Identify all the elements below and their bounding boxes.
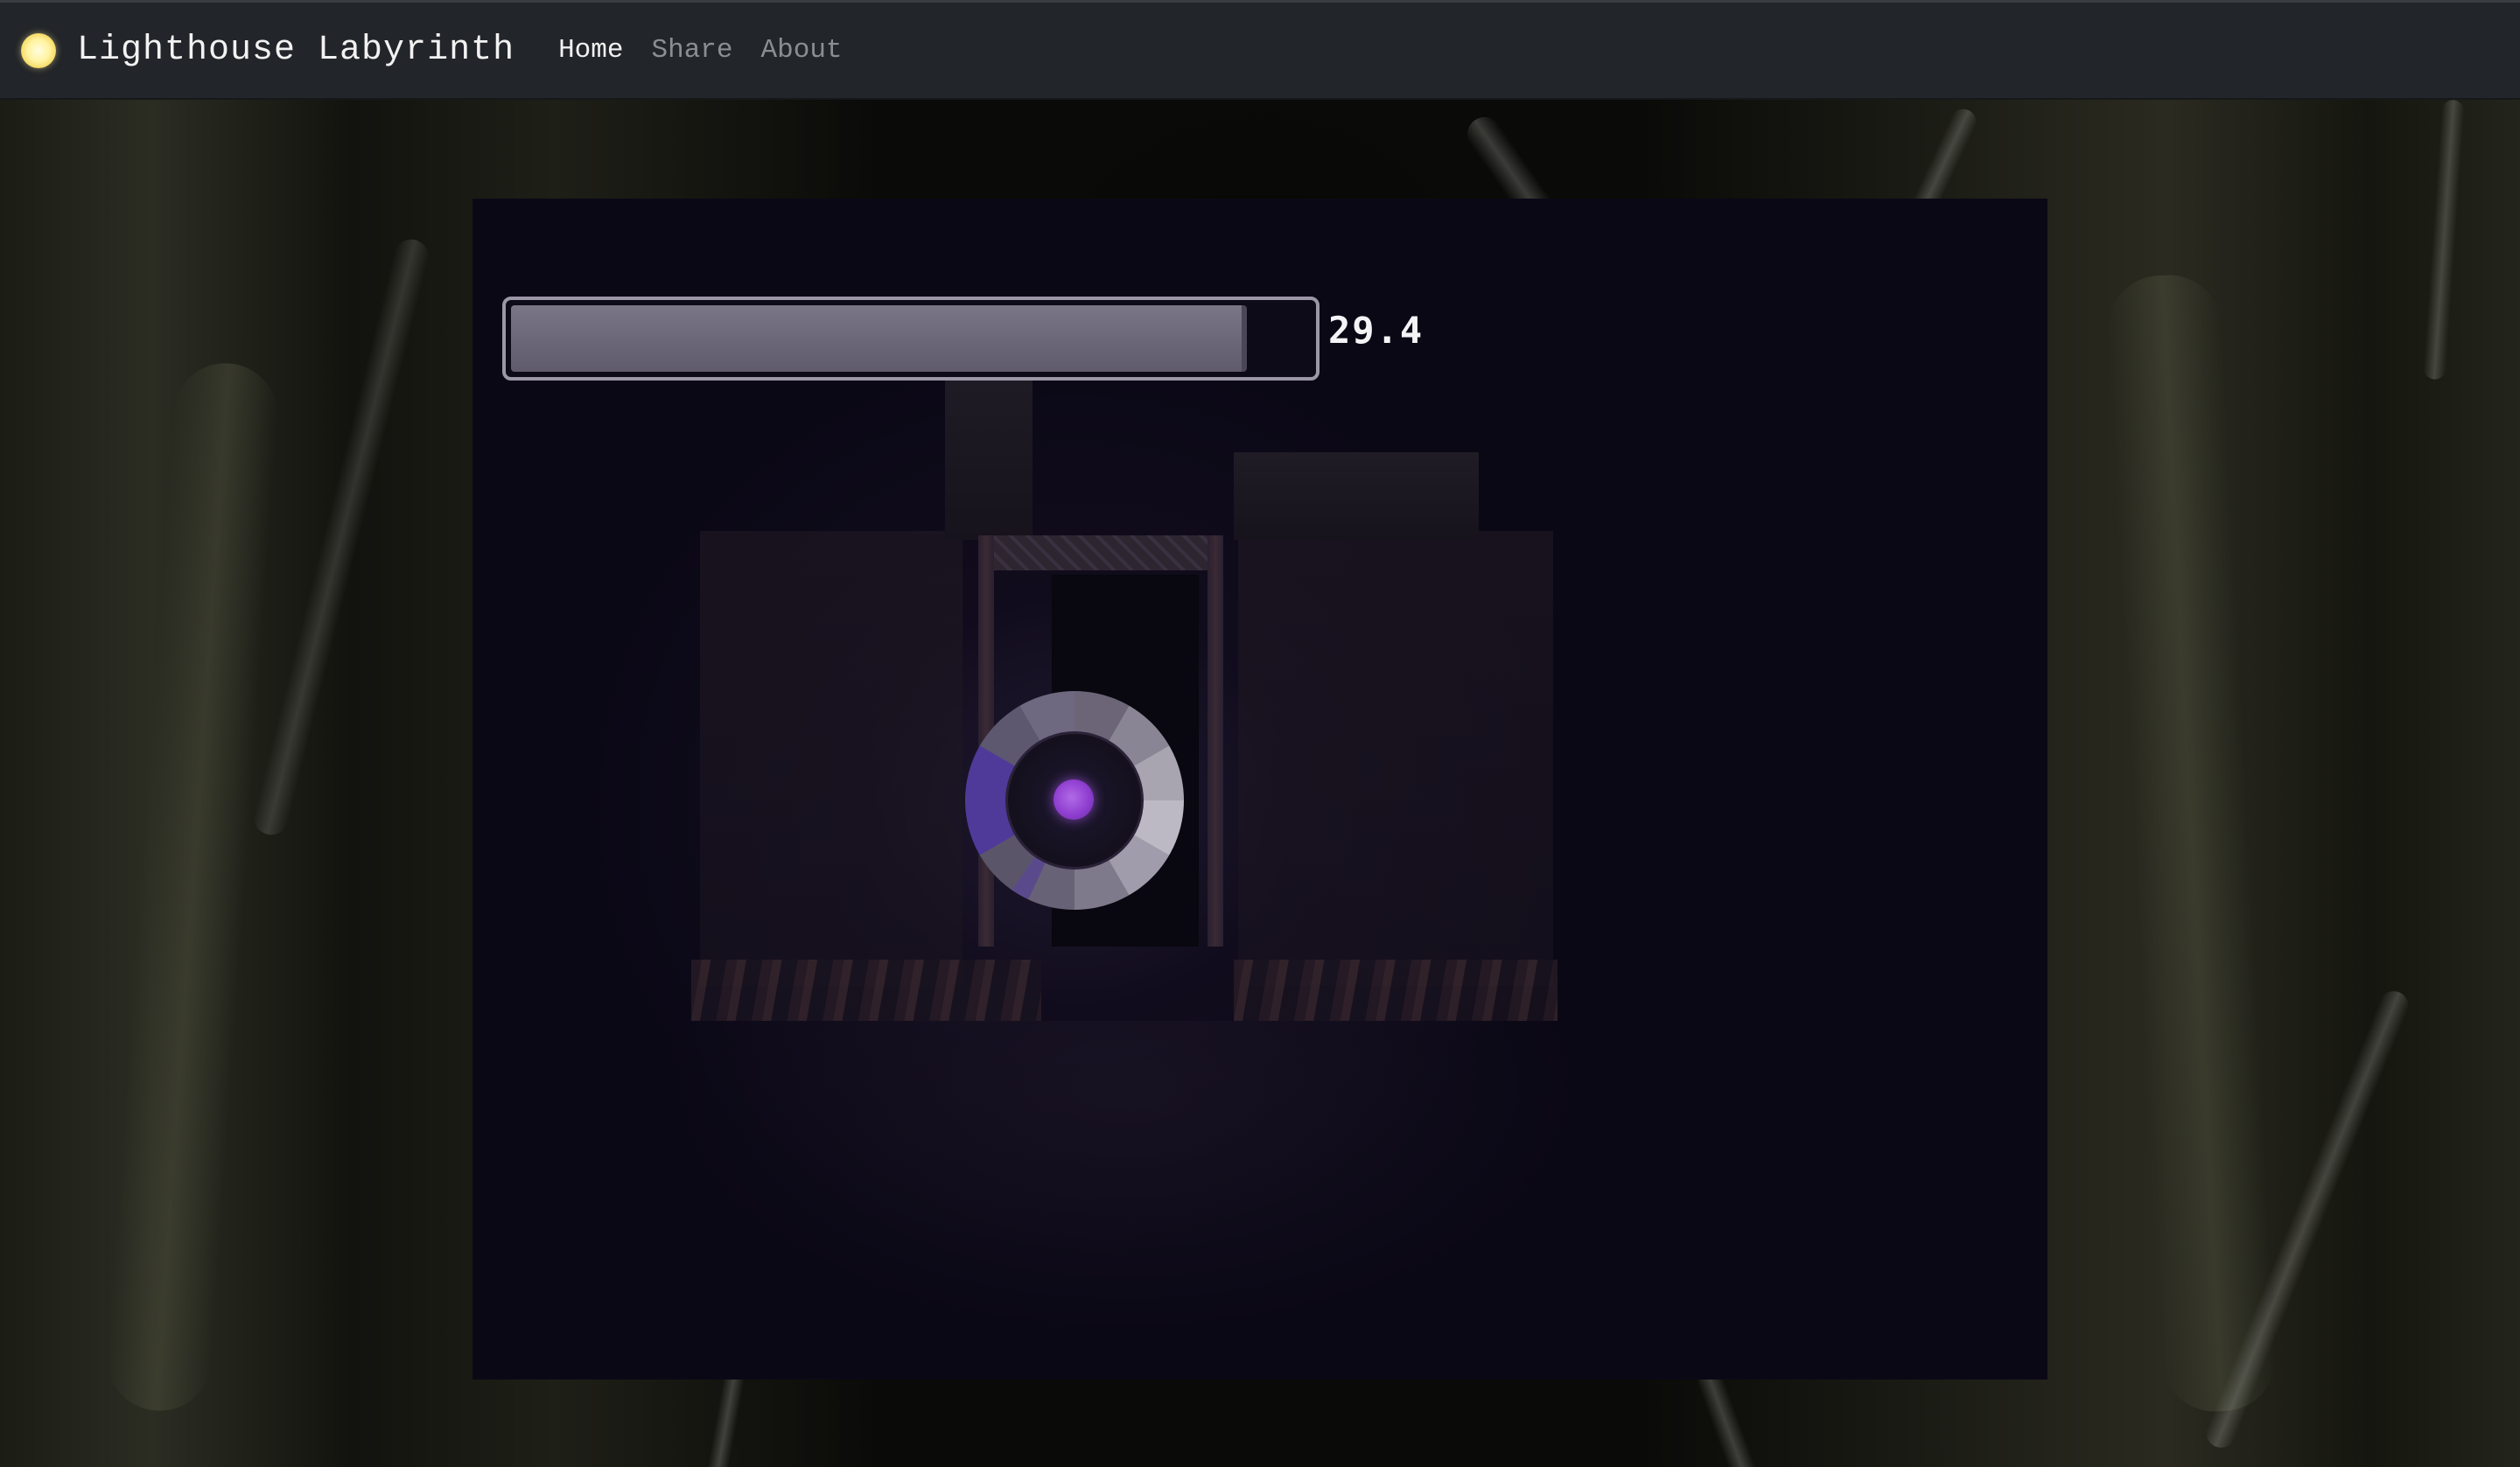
ruin-wall-left: [700, 531, 962, 986]
tree-bark-left: [103, 360, 282, 1415]
site-title[interactable]: Lighthouse Labyrinth: [77, 31, 514, 70]
spike-row-right: [1234, 960, 1558, 1021]
doorway-lintel: [978, 535, 1223, 570]
tree-bark-right: [2105, 272, 2278, 1415]
top-navbar: Lighthouse Labyrinth Home Share About: [0, 0, 2520, 100]
stone-column-top: [945, 365, 1032, 540]
nav-about-link[interactable]: About: [761, 35, 843, 66]
nav-links: Home Share About: [558, 35, 842, 66]
stone-ledge-top: [1234, 452, 1479, 540]
lighthouse-light-icon[interactable]: [21, 32, 56, 68]
ruin-wall-right: [1238, 531, 1553, 986]
light-orb-player: [1054, 779, 1094, 820]
light-meter-bar: [502, 297, 1320, 381]
root-strand: [249, 235, 433, 839]
game-canvas[interactable]: 29.4: [472, 199, 2048, 1380]
nav-share-link[interactable]: Share: [652, 35, 733, 66]
nav-home-link[interactable]: Home: [558, 35, 623, 66]
root-strand: [2422, 100, 2466, 381]
light-meter-fill: [511, 305, 1247, 372]
spike-row-left: [691, 960, 1041, 1021]
doorway-pillar-right: [1208, 535, 1223, 947]
light-meter-value: 29.4: [1328, 309, 1424, 352]
labyrinth-floor: [665, 1021, 1584, 1336]
